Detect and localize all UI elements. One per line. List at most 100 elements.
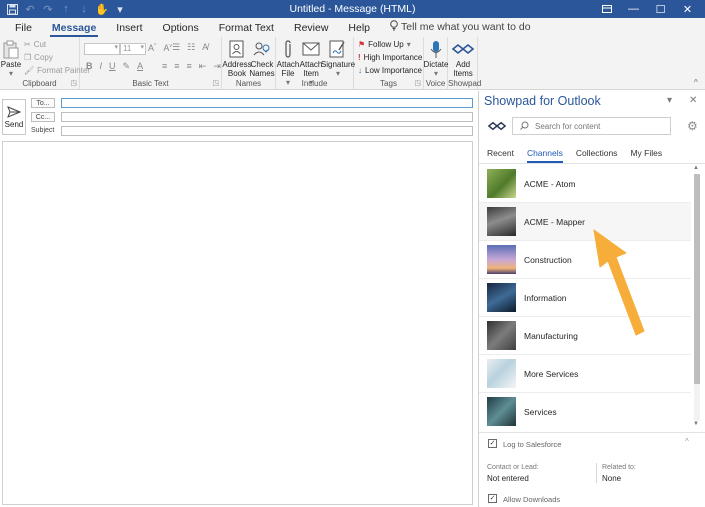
basic-text-group: ▾ 11 ▾ A^ Av ☰ ☷ A̸ B I U ✎ A ≡ ≡ ≡ ⇤ ⇥ (80, 37, 222, 90)
tab-file[interactable]: File (5, 22, 42, 37)
tab-channels[interactable]: Channels (526, 148, 563, 163)
tab-options[interactable]: Options (153, 22, 209, 37)
scroll-thumb[interactable] (694, 174, 700, 384)
allow-downloads-label: Allow Downloads (503, 495, 561, 504)
to-button[interactable]: To... (31, 98, 55, 108)
names-group: Address Book Check Names Names (222, 37, 276, 90)
dialog-launcher-icon[interactable]: ◳ (414, 79, 421, 87)
tab-format-text[interactable]: Format Text (209, 22, 284, 37)
channel-thumbnail (487, 321, 516, 350)
font-color-icon[interactable]: A (137, 61, 143, 72)
microphone-icon (425, 39, 447, 59)
outdent-icon[interactable]: ⇤ (199, 61, 207, 72)
cut-button[interactable]: ✂ Cut (24, 40, 46, 49)
channel-thumbnail (487, 207, 516, 236)
address-book-button[interactable]: Address Book (222, 39, 252, 78)
tab-review[interactable]: Review (284, 22, 338, 37)
follow-up-button[interactable]: ⚑ Follow Up ▾ (358, 40, 411, 49)
list-scrollbar[interactable]: ▲ ▼ (692, 165, 702, 430)
underline-icon[interactable]: U (109, 61, 116, 72)
add-items-button[interactable]: Add Items (449, 39, 477, 78)
align-right-icon[interactable]: ≡ (187, 61, 192, 72)
tell-me-label: Tell me what you want to do (401, 21, 531, 33)
clear-format-icon[interactable]: A̸ (202, 42, 208, 53)
chevron-up-icon[interactable]: ^ (685, 437, 689, 446)
align-left-icon[interactable]: ≡ (162, 61, 167, 72)
channel-item[interactable]: Services (479, 393, 691, 430)
scroll-up-icon[interactable]: ▲ (693, 165, 699, 171)
cc-button[interactable]: Cc... (31, 112, 55, 122)
dialog-launcher-icon[interactable]: ◳ (212, 79, 219, 87)
minimize-icon[interactable]: — (620, 1, 647, 17)
font-size-select[interactable]: 11 ▾ (120, 43, 146, 55)
pane-menu-icon[interactable]: ▾ (667, 95, 672, 106)
tab-message[interactable]: Message (42, 22, 106, 37)
shrink-font-icon[interactable]: Av (163, 43, 172, 53)
low-importance-button[interactable]: ↓ Low Importance (358, 66, 422, 75)
copy-button[interactable]: ❐ Copy (24, 53, 53, 62)
related-label: Related to: (602, 464, 636, 471)
font-style-buttons: B I U ✎ A (86, 61, 143, 72)
channel-item[interactable]: Construction (479, 241, 691, 279)
copy-icon: ❐ (24, 53, 32, 62)
align-center-icon[interactable]: ≡ (174, 61, 179, 72)
tags-group: ⚑ Follow Up ▾ ! High Importance ↓ Low Import… (354, 37, 424, 90)
allow-downloads-checkbox[interactable]: ✓ (488, 494, 497, 503)
search-input[interactable]: Search for content (512, 117, 671, 135)
signature-icon (327, 39, 349, 59)
tab-recent[interactable]: Recent (487, 148, 514, 161)
check-names-button[interactable]: Check Names (249, 39, 275, 78)
log-to-salesforce-checkbox[interactable]: ✓ (488, 439, 497, 448)
italic-icon[interactable]: I (100, 61, 103, 72)
showpad-logo-icon (487, 121, 507, 134)
check-names-icon (251, 39, 273, 59)
tab-collections[interactable]: Collections (576, 148, 618, 161)
font-name-select[interactable]: ▾ (84, 43, 120, 55)
chevron-down-icon: ▾ (433, 69, 438, 78)
tab-help[interactable]: Help (338, 22, 380, 37)
highlight-icon[interactable]: ✎ (123, 61, 131, 72)
cc-field[interactable] (61, 112, 473, 122)
related-value[interactable]: None (602, 474, 621, 483)
send-button[interactable]: Send (2, 99, 26, 135)
subject-field[interactable] (61, 126, 473, 136)
signature-button[interactable]: Signature ▾ (321, 39, 355, 78)
gear-icon[interactable]: ⚙ (687, 119, 698, 133)
pane-close-icon[interactable]: ✕ (689, 95, 697, 106)
scroll-down-icon[interactable]: ▼ (693, 421, 699, 427)
bold-icon[interactable]: B (86, 61, 93, 72)
ribbon-display-icon[interactable] (593, 1, 620, 17)
voice-label: Voice (425, 79, 446, 88)
channel-list: ACME - Atom ACME - Mapper Construction I… (479, 165, 691, 430)
tab-insert[interactable]: Insert (106, 22, 152, 37)
tab-my-files[interactable]: My Files (630, 148, 662, 161)
dialog-launcher-icon[interactable]: ◳ (70, 79, 77, 87)
channel-item[interactable]: More Services (479, 355, 691, 393)
high-importance-button[interactable]: ! High Importance (358, 53, 422, 62)
chevron-down-icon: ▾ (406, 40, 411, 49)
numbering-icon[interactable]: ☷ (187, 42, 195, 53)
maximize-icon[interactable]: ☐ (647, 1, 674, 17)
bullets-icon[interactable]: ☰ (172, 42, 180, 53)
collapse-ribbon-icon[interactable]: ^ (694, 78, 698, 87)
message-body[interactable] (2, 141, 473, 505)
channel-item[interactable]: Information (479, 279, 691, 317)
search-icon (520, 121, 529, 132)
channel-item[interactable]: Manufacturing (479, 317, 691, 355)
dictate-button[interactable]: Dictate ▾ (424, 39, 448, 78)
down-arrow-icon: ↓ (358, 66, 362, 75)
channel-item[interactable]: ACME - Atom (479, 165, 691, 203)
title-bar: ↶ ↷ ↑ ↓ ✋ ▾ Untitled - Message (HTML) — … (0, 0, 705, 18)
paperclip-icon (277, 39, 299, 59)
tags-label: Tags (380, 79, 397, 88)
close-icon[interactable]: ✕ (674, 1, 701, 17)
indent-icon[interactable]: ⇥ (213, 61, 221, 72)
list-buttons: ☰ ☷ A̸ (172, 42, 208, 53)
tell-me-search[interactable]: Tell me what you want to do (380, 20, 541, 37)
paste-button[interactable]: Paste ▾ (1, 39, 21, 78)
channel-item[interactable]: ACME - Mapper (479, 203, 691, 241)
send-icon (7, 105, 21, 118)
to-field[interactable] (61, 98, 473, 108)
contact-value[interactable]: Not entered (487, 474, 529, 483)
grow-font-icon[interactable]: A^ (148, 43, 156, 53)
